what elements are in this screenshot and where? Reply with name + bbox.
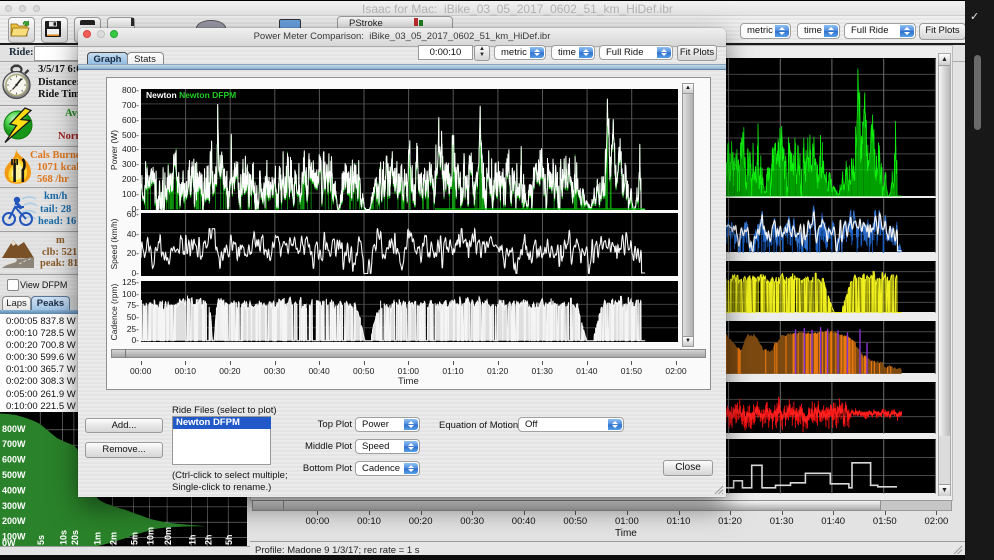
svg-text:5m: 5m [129, 532, 139, 545]
svg-text:800W: 800W [2, 424, 26, 434]
svg-text:5s: 5s [36, 535, 46, 545]
svg-text:700W: 700W [2, 439, 26, 449]
svg-text:2h: 2h [203, 534, 213, 545]
svg-text:600W: 600W [2, 455, 26, 465]
svg-text:10m: 10m [146, 527, 156, 545]
svg-text:300W: 300W [2, 501, 26, 511]
svg-text:500W: 500W [2, 470, 26, 480]
svg-text:20m: 20m [163, 527, 173, 545]
svg-text:1h: 1h [187, 534, 197, 545]
svg-text:10s: 10s [59, 530, 69, 545]
svg-text:5h: 5h [224, 534, 234, 545]
svg-text:1m: 1m [92, 532, 102, 545]
svg-text:2m: 2m [109, 532, 119, 545]
svg-text:200W: 200W [2, 516, 26, 526]
svg-text:20s: 20s [70, 530, 80, 545]
svg-text:400W: 400W [2, 485, 26, 495]
